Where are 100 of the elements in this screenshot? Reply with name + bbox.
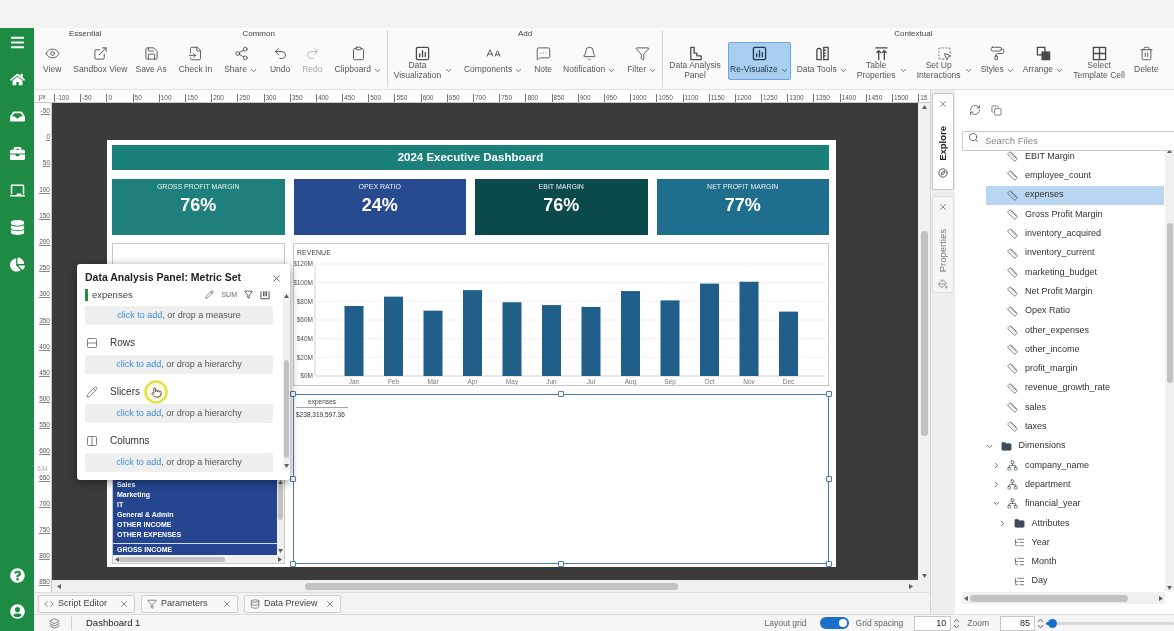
scrollbar-thumb[interactable] — [278, 484, 283, 520]
database-icon[interactable] — [9, 220, 25, 235]
toolbar-button[interactable]: View — [41, 42, 64, 80]
scroll-down-icon[interactable] — [278, 549, 283, 553]
grid-spacing-input[interactable]: 10 — [914, 615, 952, 631]
columns-bar-icon[interactable] — [260, 289, 270, 300]
tree-item[interactable]: Opex Ratio — [986, 301, 1164, 321]
toolbar-button[interactable]: Table Properties — [853, 42, 910, 80]
scroll-up-icon[interactable] — [1167, 149, 1172, 153]
scrollbar-thumb[interactable] — [305, 582, 678, 590]
close-icon[interactable] — [271, 272, 282, 284]
toolbar-button[interactable]: Share — [222, 42, 260, 80]
help-icon[interactable] — [9, 568, 25, 583]
zoom-input[interactable]: 85 — [1000, 615, 1035, 631]
pencil-icon[interactable] — [205, 290, 215, 299]
scrollbar-thumb[interactable] — [284, 360, 289, 458]
toolbar-button[interactable]: Delete — [1132, 42, 1161, 80]
tree-item[interactable]: Year — [992, 532, 1164, 553]
close-icon[interactable] — [119, 599, 129, 609]
drop-zone[interactable]: click to add, or drop a hierarchy — [85, 404, 273, 423]
scrollbar-thumb[interactable] — [1166, 223, 1173, 383]
resize-handle[interactable] — [290, 561, 296, 567]
resize-handle[interactable] — [290, 476, 296, 482]
scroll-left-icon[interactable] — [57, 583, 61, 589]
tree-item[interactable]: Day — [992, 571, 1164, 591]
scroll-up-icon[interactable] — [921, 105, 927, 109]
layers-icon[interactable] — [49, 617, 60, 629]
scroll-up-icon[interactable] — [284, 294, 289, 298]
toolbar-button[interactable]: Re-Visualize — [728, 42, 791, 80]
menu-icon[interactable] — [9, 35, 25, 50]
resize-handle[interactable] — [558, 391, 564, 397]
resize-handle[interactable] — [558, 561, 564, 567]
toolbar-button[interactable]: Undo — [267, 42, 293, 80]
tree-item[interactable]: inventory_acquired — [986, 224, 1164, 244]
drop-zone[interactable]: click to add, or drop a hierarchy — [85, 355, 273, 374]
toolbar-button[interactable]: Arrange — [1020, 42, 1067, 80]
tree-item[interactable]: company_name — [986, 455, 1164, 476]
horizontal-scrollbar[interactable] — [962, 592, 1165, 604]
slider-thumb[interactable] — [1048, 618, 1058, 628]
tree-item[interactable]: inventory_current — [986, 243, 1164, 263]
stepper-icon[interactable] — [1037, 616, 1044, 630]
toolbar-button[interactable]: Data Analysis Panel — [666, 42, 725, 80]
resize-handle[interactable] — [826, 476, 832, 482]
scroll-right-icon[interactable] — [909, 583, 913, 589]
tray-icon[interactable] — [9, 109, 25, 124]
close-icon[interactable] — [222, 599, 232, 609]
briefcase-icon[interactable] — [9, 146, 25, 161]
pie-chart-icon[interactable] — [9, 257, 25, 272]
refresh-icon[interactable] — [969, 104, 981, 116]
close-icon[interactable] — [938, 99, 948, 109]
tree-item[interactable]: Dimensions — [979, 436, 1164, 456]
horizontal-scrollbar[interactable] — [113, 555, 284, 563]
home-icon[interactable] — [9, 72, 25, 87]
toolbar-button[interactable]: Sandbox View — [71, 42, 130, 80]
toolbar-button[interactable]: Data Tools — [794, 42, 850, 80]
toolbar-button[interactable]: Select Template Cell — [1070, 42, 1129, 80]
panel-tab[interactable]: Script Editor — [38, 595, 135, 613]
toolbar-button[interactable]: Components — [461, 42, 526, 80]
toolbar-button[interactable]: Save As — [133, 42, 169, 80]
vertical-scrollbar[interactable] — [277, 478, 284, 555]
scrollbar-thumb[interactable] — [970, 594, 1128, 602]
drop-zone[interactable]: click to add, or drop a measure — [85, 306, 273, 325]
side-tab[interactable]: Explore — [932, 93, 954, 190]
resize-handle[interactable] — [826, 391, 832, 397]
tree-item[interactable]: taxes — [986, 417, 1164, 437]
scrollbar-thumb[interactable] — [920, 231, 928, 436]
easel-board-icon[interactable] — [9, 183, 25, 198]
vertical-scrollbar[interactable] — [283, 292, 290, 470]
vertical-scrollbar[interactable] — [918, 103, 930, 580]
scrollbar-thumb[interactable] — [119, 556, 225, 562]
filter-icon[interactable] — [244, 290, 253, 299]
close-icon[interactable] — [325, 599, 335, 609]
scroll-right-icon[interactable] — [278, 556, 282, 562]
scroll-right-icon[interactable] — [1159, 595, 1163, 601]
panel-tab[interactable]: Parameters — [141, 595, 238, 613]
toolbar-button[interactable]: Clipboard — [332, 42, 384, 80]
tree-item[interactable]: profit_margin — [986, 359, 1164, 379]
tree-item[interactable]: Gross Profit Margin — [986, 204, 1164, 225]
layout-grid-toggle[interactable] — [819, 617, 849, 629]
toolbar-button[interactable]: Filter — [625, 42, 660, 80]
side-tab[interactable]: Properties — [932, 196, 954, 293]
toolbar-button[interactable]: Set Up Interactions — [913, 42, 975, 80]
scroll-down-icon[interactable] — [921, 574, 927, 578]
toolbar-button[interactable]: Notification — [561, 42, 619, 80]
resize-handle[interactable] — [826, 561, 832, 567]
toolbar-button[interactable]: Data Visualization — [390, 42, 455, 80]
scroll-down-icon[interactable] — [1167, 586, 1172, 590]
toolbar-button[interactable]: Styles — [978, 42, 1017, 80]
search-field[interactable]: Search Files — [962, 130, 1174, 151]
tree-item[interactable]: Net Profit Margin — [986, 282, 1164, 302]
tree-item[interactable]: expenses — [986, 185, 1164, 205]
tree-item[interactable]: other_expenses — [986, 320, 1164, 340]
chevron-right-icon[interactable] — [998, 518, 1007, 528]
stepper-icon[interactable] — [953, 616, 961, 630]
toolbar-button[interactable]: Note — [532, 42, 555, 80]
drop-zone[interactable]: click to add, or drop a hierarchy — [85, 453, 273, 472]
tree-item[interactable]: department — [986, 475, 1164, 495]
tree-item[interactable]: revenue_growth_rate — [986, 378, 1164, 398]
horizontal-scrollbar[interactable] — [52, 580, 918, 592]
tree-item[interactable]: Attributes — [992, 513, 1164, 533]
